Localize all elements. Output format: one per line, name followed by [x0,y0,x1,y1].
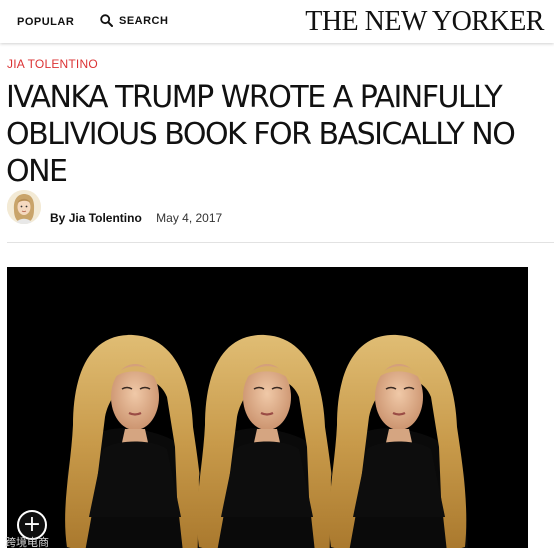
page-title: IVANKA TRUMP WROTE A PAINFULLY OBLIVIOUS… [6,80,516,189]
search-button[interactable]: SEARCH [100,14,168,27]
search-label: SEARCH [119,14,169,27]
lead-image[interactable] [7,267,528,548]
site-header: POPULAR SEARCH THE NEW YORKER [0,0,554,43]
publish-date: May 4, 2017 [156,211,223,225]
watermark: 跨境电商 [5,536,49,549]
lead-image-illustration [7,267,528,548]
search-icon [100,14,113,27]
byline-prefix: By [50,211,66,225]
divider [7,242,554,243]
avatar[interactable] [7,190,41,224]
popular-link[interactable]: POPULAR [17,16,74,28]
rubric-author-link[interactable]: JIA TOLENTINO [7,57,98,71]
site-logo[interactable]: THE NEW YORKER [305,6,544,38]
author-illustration [7,190,41,224]
byline: By Jia Tolentino May 4, 2017 [50,211,222,225]
author-name-link[interactable]: Jia Tolentino [69,211,142,225]
